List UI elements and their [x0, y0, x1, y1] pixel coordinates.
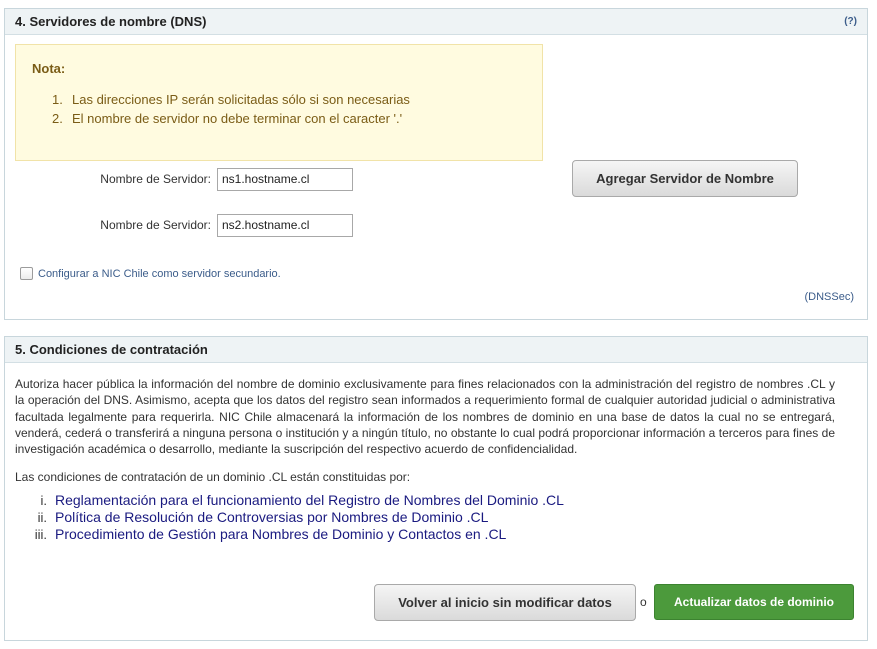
list-item: iii. Procedimiento de Gestión para Nombre…: [34, 526, 507, 543]
note-list: 1. Las direcciones IP serán solicitadas s…: [32, 90, 526, 128]
nameserver-row-1: Nombre de Servidor:: [5, 167, 365, 191]
note-item: 1. Las direcciones IP serán solicitadas s…: [52, 92, 410, 107]
dns-section-title: 4. Servidores de nombre (DNS): [15, 14, 207, 29]
nameserver-row-2: Nombre de Servidor:: [5, 213, 365, 237]
secondary-server-label[interactable]: Configurar a NIC Chile como servidor sec…: [38, 268, 281, 280]
contract-body: Autoriza hacer pública la información de…: [15, 376, 835, 543]
contract-section-header: 5. Condiciones de contratación: [5, 337, 867, 363]
documents-list: i. Reglamentación para el funcionamiento …: [15, 492, 835, 543]
add-nameserver-button[interactable]: Agregar Servidor de Nombre: [572, 160, 798, 197]
contract-section: 5. Condiciones de contratación Autoriza …: [4, 336, 868, 641]
dnssec-link[interactable]: (DNSSec): [804, 291, 854, 303]
nameserver-label: Nombre de Servidor:: [100, 172, 211, 186]
help-link[interactable]: (?): [844, 16, 857, 27]
update-domain-button[interactable]: Actualizar datos de dominio: [654, 584, 854, 620]
contract-intro: Las condiciones de contratación de un do…: [15, 470, 411, 485]
document-link-reglamentacion[interactable]: Reglamentación para el funcionamiento de…: [55, 492, 564, 509]
nameserver-input-2[interactable]: [217, 213, 353, 237]
secondary-server-checkbox[interactable]: [20, 267, 33, 280]
secondary-server-option: Configurar a NIC Chile como servidor sec…: [20, 267, 281, 280]
note-item: 2. El nombre de servidor no debe terminar…: [52, 111, 403, 126]
contract-paragraph: Autoriza hacer pública la información de…: [15, 377, 835, 457]
dns-section: 4. Servidores de nombre (DNS) (?) Nota: …: [4, 8, 868, 320]
document-link-politica[interactable]: Política de Resolución de Controversias …: [55, 509, 488, 526]
contract-section-title: 5. Condiciones de contratación: [15, 342, 208, 357]
nameserver-input-1[interactable]: [217, 167, 353, 191]
back-to-start-button[interactable]: Volver al inicio sin modificar datos: [374, 584, 636, 621]
or-separator: o: [640, 595, 647, 609]
document-link-procedimiento[interactable]: Procedimiento de Gestión para Nombres de…: [55, 526, 506, 543]
list-item: ii. Política de Resolución de Controversi…: [37, 509, 489, 526]
note-box: Nota: 1. Las direcciones IP serán solicit…: [15, 44, 543, 161]
dns-section-header: 4. Servidores de nombre (DNS) (?): [5, 9, 867, 35]
list-item: i. Reglamentación para el funcionamiento …: [40, 492, 564, 509]
nameserver-label: Nombre de Servidor:: [100, 218, 211, 232]
note-title: Nota:: [32, 61, 66, 76]
